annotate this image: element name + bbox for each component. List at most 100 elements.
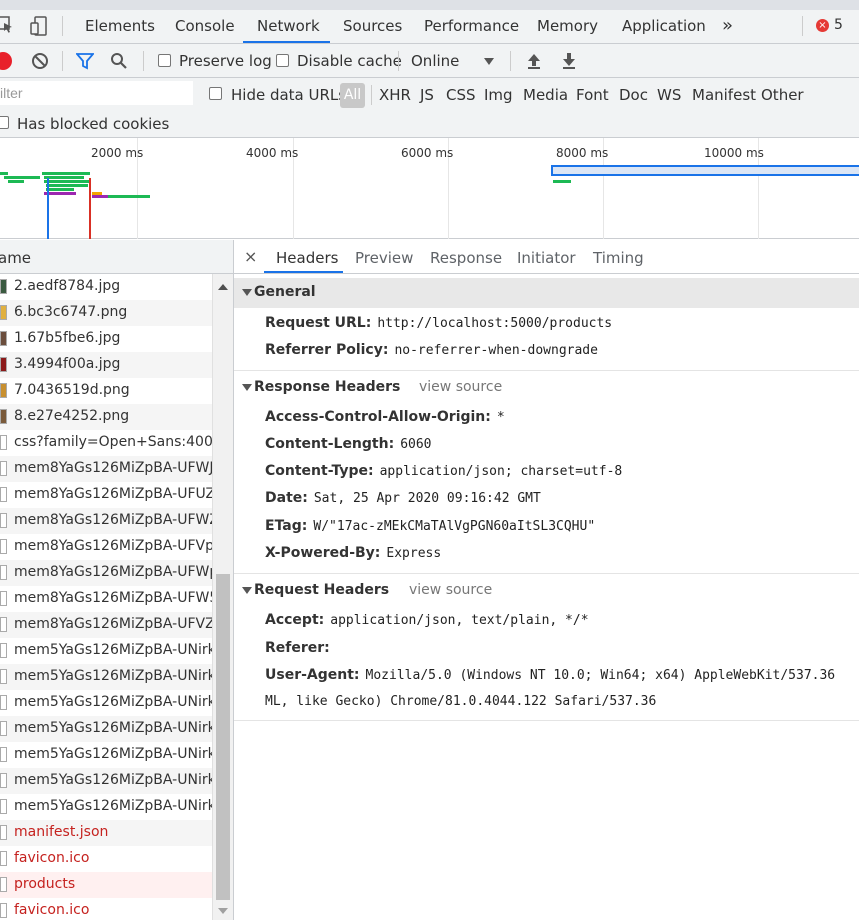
tab-initiator[interactable]: Initiator (517, 249, 576, 267)
request-name[interactable]: 6.bc3c6747.png (14, 304, 127, 320)
request-name[interactable]: favicon.ico (14, 850, 89, 866)
has-blocked-cookies-label[interactable]: Has blocked cookies (17, 115, 169, 133)
close-icon[interactable]: × (244, 247, 257, 266)
disable-cache-checkbox[interactable] (276, 54, 289, 67)
general-section-header[interactable]: General (234, 278, 859, 308)
request-name[interactable]: 1.67b5fbe6.jpg (14, 330, 120, 346)
tab-response[interactable]: Response (430, 249, 502, 267)
tab-application[interactable]: Application (622, 17, 706, 35)
scroll-up-icon[interactable] (218, 284, 228, 290)
selected-request-range[interactable] (551, 165, 859, 176)
request-name[interactable]: 3.4994f00a.jpg (14, 356, 120, 372)
request-row[interactable]: favicon.ico (0, 898, 212, 920)
filter-type-manifest[interactable]: Manifest (692, 86, 756, 104)
request-list-scrollbar[interactable] (212, 274, 233, 920)
tab-memory[interactable]: Memory (537, 17, 598, 35)
request-row[interactable]: mem8YaGs126MiZpBA-UFW5 (0, 586, 212, 612)
request-name[interactable]: mem8YaGs126MiZpBA-UFWp (14, 564, 212, 580)
request-row[interactable]: mem8YaGs126MiZpBA-UFVZ0 (0, 612, 212, 638)
request-row[interactable]: mem5YaGs126MiZpBA-UNirk. (0, 690, 212, 716)
general-title[interactable]: General (254, 284, 316, 300)
request-row[interactable]: 7.0436519d.png (0, 378, 212, 404)
request-row[interactable]: css?family=Open+Sans:400,60 (0, 430, 212, 456)
request-row[interactable]: 1.67b5fbe6.jpg (0, 326, 212, 352)
request-name[interactable]: 8.e27e4252.png (14, 408, 129, 424)
request-name[interactable]: favicon.ico (14, 902, 89, 918)
request-name[interactable]: mem8YaGs126MiZpBA-UFUZ0 (14, 486, 212, 502)
request-row[interactable]: mem8YaGs126MiZpBA-UFWp (0, 560, 212, 586)
request-row[interactable]: products (0, 872, 212, 898)
request-name[interactable]: mem8YaGs126MiZpBA-UFWZ (14, 512, 212, 528)
request-row[interactable]: mem8YaGs126MiZpBA-UFUZ0 (0, 482, 212, 508)
request-name[interactable]: 7.0436519d.png (14, 382, 130, 398)
request-row[interactable]: 2.aedf8784.jpg (0, 274, 212, 300)
tab-timing[interactable]: Timing (593, 249, 644, 267)
request-row[interactable]: mem8YaGs126MiZpBA-UFVp0 (0, 534, 212, 560)
response-headers-section-header[interactable]: Response Headers view source (234, 373, 859, 403)
record-button[interactable] (0, 52, 12, 70)
request-name[interactable]: css?family=Open+Sans:400,60 (14, 434, 212, 450)
filter-input[interactable] (0, 81, 193, 105)
request-row[interactable]: mem5YaGs126MiZpBA-UNirk. (0, 638, 212, 664)
request-name[interactable]: mem5YaGs126MiZpBA-UNirk. (14, 694, 212, 710)
preserve-log-label[interactable]: Preserve log (179, 52, 272, 70)
request-headers-section-header[interactable]: Request Headers view source (234, 576, 859, 606)
request-row[interactable]: manifest.json (0, 820, 212, 846)
disable-cache-label[interactable]: Disable cache (297, 52, 402, 70)
tab-preview[interactable]: Preview (355, 249, 413, 267)
name-column-label[interactable]: ame (0, 249, 31, 267)
has-blocked-cookies-checkbox[interactable] (0, 116, 9, 129)
request-name[interactable]: mem5YaGs126MiZpBA-UNirk. (14, 668, 212, 684)
error-count[interactable]: 5 (834, 17, 843, 33)
request-name[interactable]: mem5YaGs126MiZpBA-UNirk. (14, 642, 212, 658)
filter-type-js[interactable]: JS (420, 86, 434, 104)
network-overview[interactable]: 2000 ms 4000 ms 6000 ms 8000 ms 10000 ms (0, 138, 859, 239)
request-name[interactable]: manifest.json (14, 824, 108, 840)
tab-headers[interactable]: Headers (276, 249, 338, 267)
list-column-header[interactable]: ame (0, 240, 233, 274)
tab-network[interactable]: Network (257, 17, 320, 35)
hide-data-urls-checkbox[interactable] (209, 87, 222, 100)
clear-icon[interactable] (31, 52, 49, 70)
request-row[interactable]: mem5YaGs126MiZpBA-UNirk. (0, 664, 212, 690)
request-row[interactable]: 6.bc3c6747.png (0, 300, 212, 326)
request-name[interactable]: products (14, 876, 75, 892)
request-name[interactable]: mem5YaGs126MiZpBA-UNirk. (14, 720, 212, 736)
filter-type-other[interactable]: Other (761, 86, 804, 104)
request-name[interactable]: mem5YaGs126MiZpBA-UNirk. (14, 772, 212, 788)
preserve-log-checkbox[interactable] (158, 54, 171, 67)
request-name[interactable]: 2.aedf8784.jpg (14, 278, 120, 294)
request-row[interactable]: mem8YaGs126MiZpBA-UFWJ0 (0, 456, 212, 482)
view-source-link[interactable]: view source (409, 582, 492, 598)
request-row[interactable]: mem5YaGs126MiZpBA-UNirk. (0, 794, 212, 820)
request-row[interactable]: 8.e27e4252.png (0, 404, 212, 430)
filter-type-media[interactable]: Media (523, 86, 568, 104)
filter-type-xhr[interactable]: XHR (379, 86, 411, 104)
request-name[interactable]: mem8YaGs126MiZpBA-UFVp0 (14, 538, 212, 554)
filter-type-css[interactable]: CSS (446, 86, 476, 104)
chevron-down-icon[interactable] (484, 58, 494, 65)
view-source-link[interactable]: view source (419, 379, 502, 395)
request-list[interactable]: 2.aedf8784.jpg 6.bc3c6747.png 1.67b5fbe6.j… (0, 274, 212, 920)
tab-elements[interactable]: Elements (85, 17, 155, 35)
filter-type-doc[interactable]: Doc (619, 86, 648, 104)
request-row[interactable]: mem8YaGs126MiZpBA-UFWZ (0, 508, 212, 534)
filter-type-font[interactable]: Font (576, 86, 609, 104)
scroll-thumb[interactable] (216, 574, 230, 900)
request-name[interactable]: mem8YaGs126MiZpBA-UFVZ0 (14, 616, 212, 632)
request-name[interactable]: mem5YaGs126MiZpBA-UNirk. (14, 746, 212, 762)
filter-type-all[interactable]: All (340, 83, 365, 108)
request-row[interactable]: mem5YaGs126MiZpBA-UNirk. (0, 768, 212, 794)
export-har-icon[interactable] (561, 52, 577, 70)
search-icon[interactable] (110, 52, 128, 70)
error-icon[interactable]: × (816, 19, 829, 32)
throttling-select[interactable]: Online (411, 52, 459, 70)
import-har-icon[interactable] (526, 52, 542, 70)
filter-icon[interactable] (76, 52, 94, 70)
tab-sources[interactable]: Sources (343, 17, 402, 35)
request-name[interactable]: mem8YaGs126MiZpBA-UFW5 (14, 590, 212, 606)
request-headers-title[interactable]: Request Headers (254, 582, 389, 598)
request-row[interactable]: favicon.ico (0, 846, 212, 872)
request-name[interactable]: mem8YaGs126MiZpBA-UFWJ0 (14, 460, 212, 476)
request-name[interactable]: mem5YaGs126MiZpBA-UNirk. (14, 798, 212, 814)
